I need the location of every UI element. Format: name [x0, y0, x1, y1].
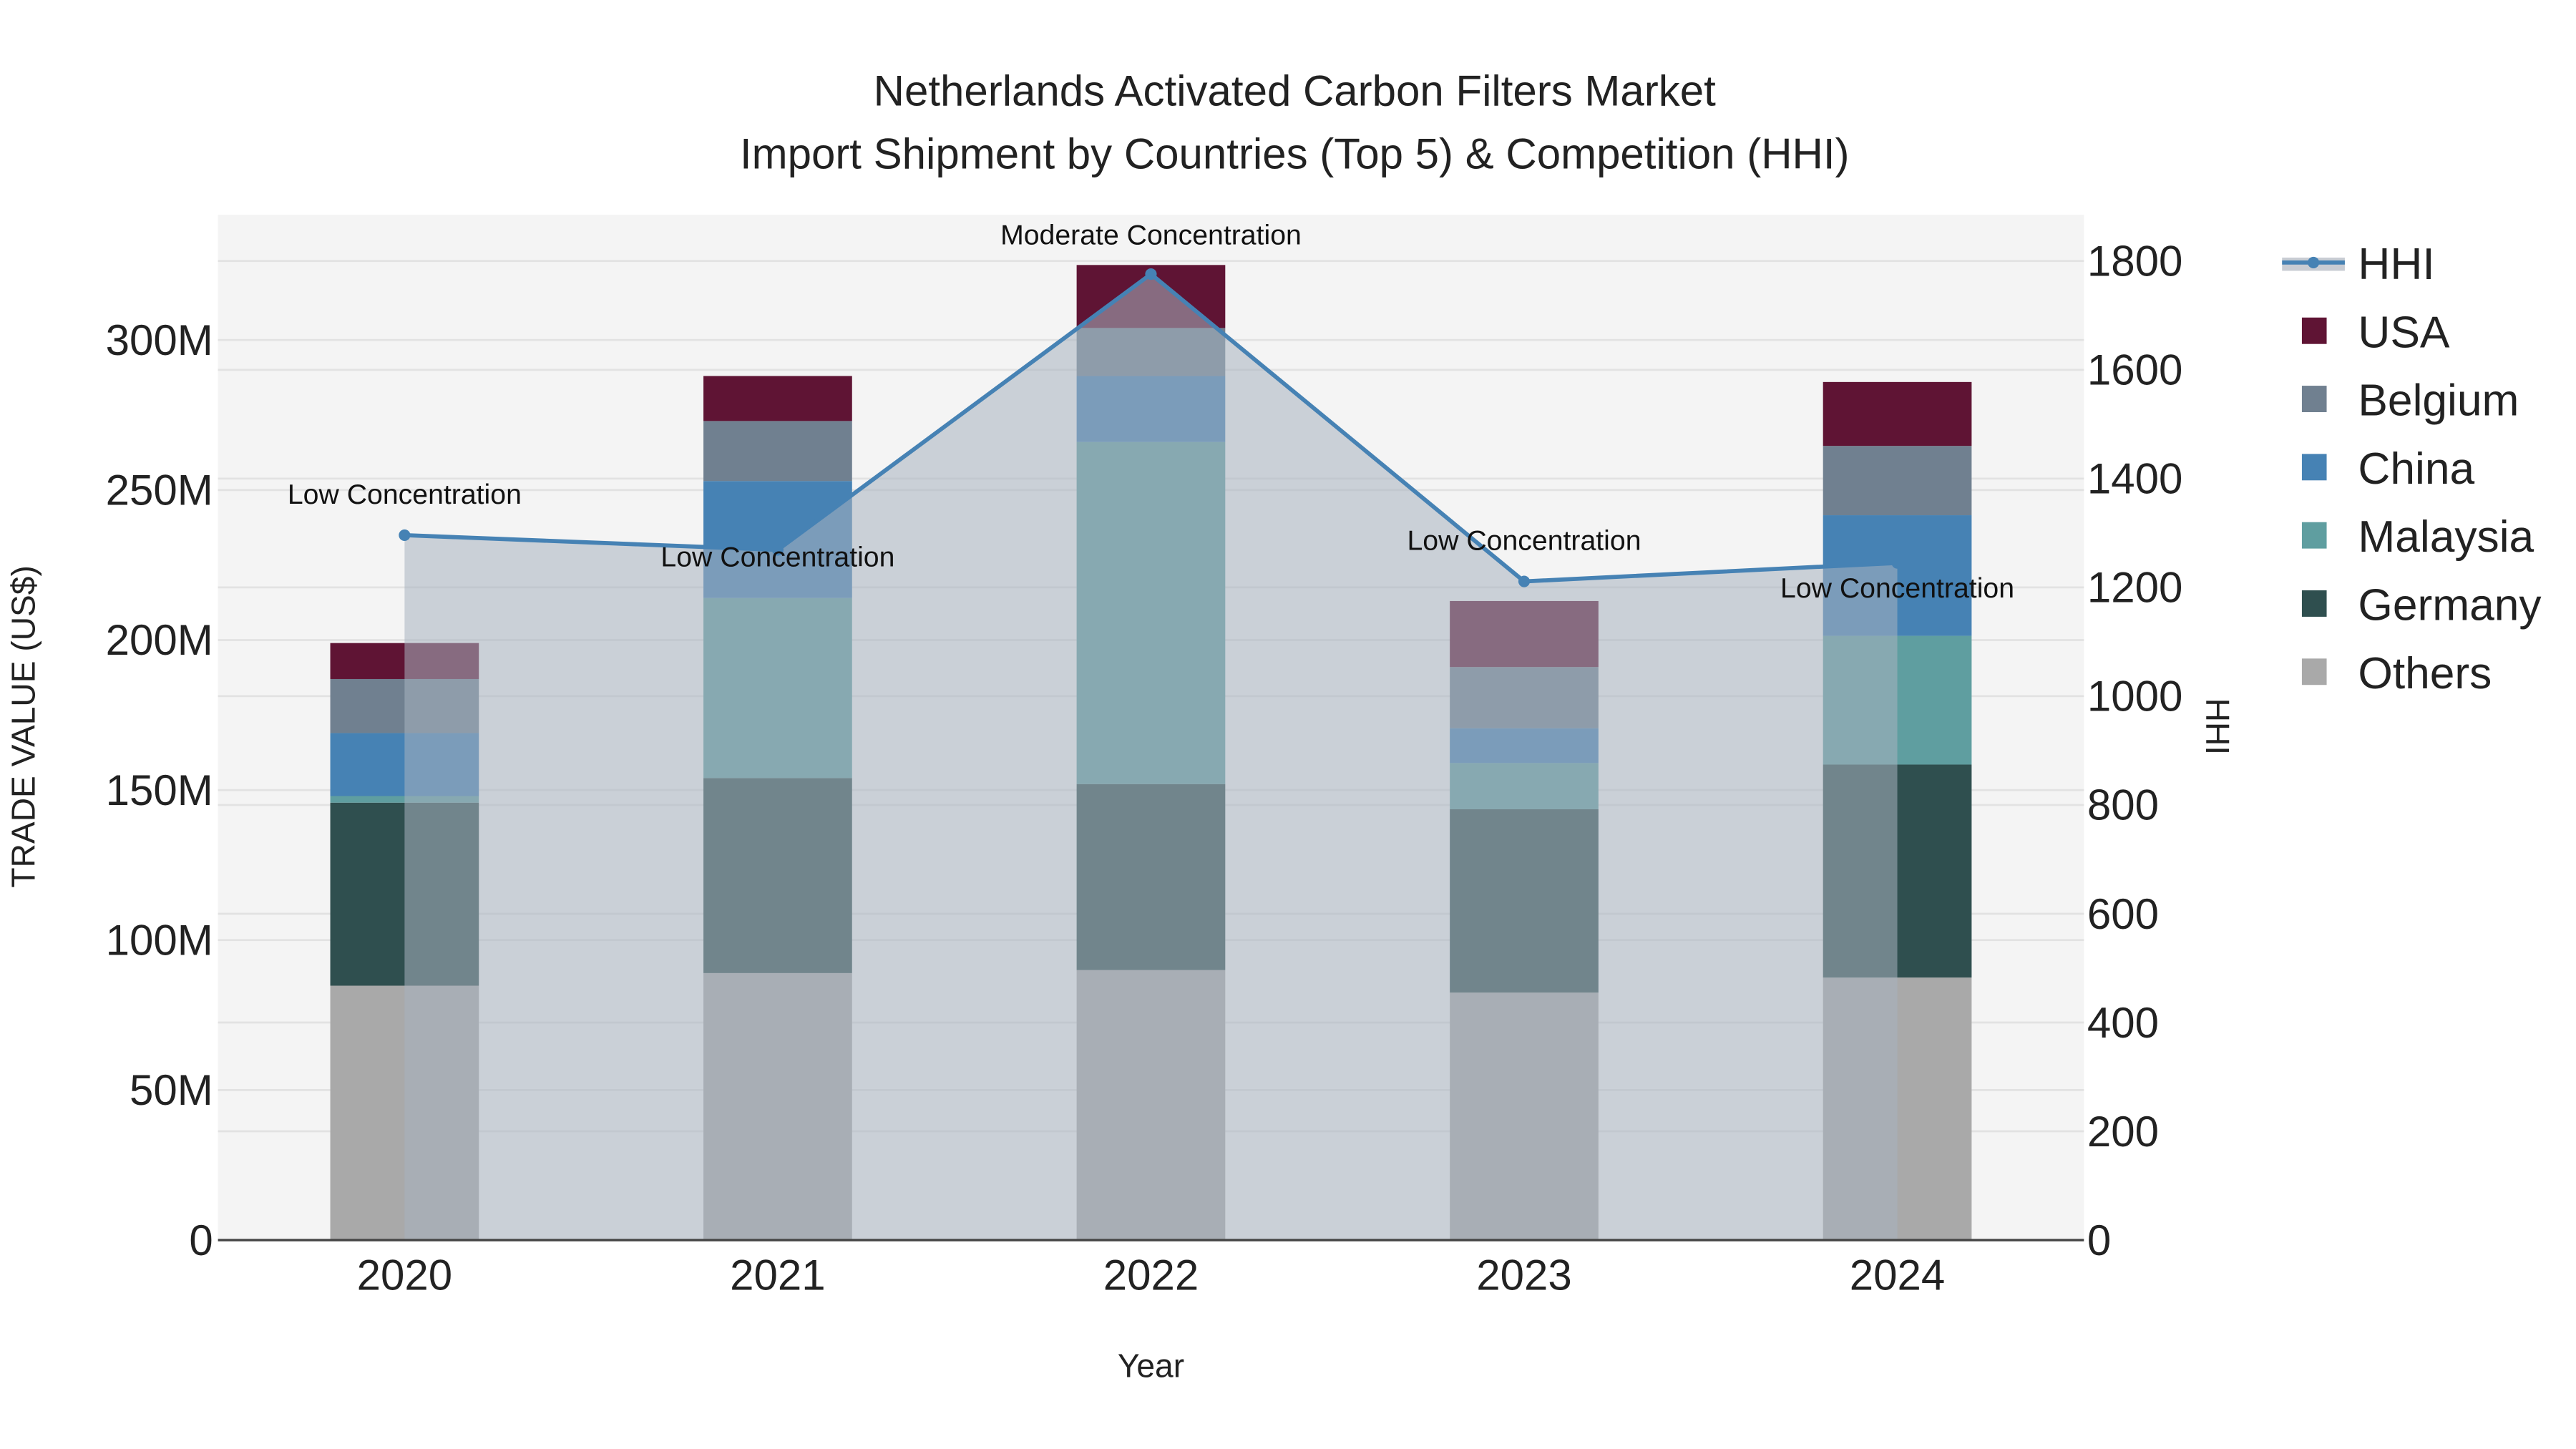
hhi-annotation: Moderate Concentration [1000, 220, 1302, 251]
y-tick-label: 0 [189, 1216, 213, 1264]
x-tick-label: 2020 [357, 1251, 452, 1299]
y2-tick-label: 1600 [2087, 346, 2182, 394]
x-tick-label: 2022 [1103, 1251, 1199, 1299]
y-tick-label: 100M [106, 917, 213, 965]
hhi-annotation: Low Concentration [1407, 525, 1641, 557]
y-axis-label: TRADE VALUE (US$) [4, 565, 42, 887]
chart: Netherlands Activated Carbon Filters Mar… [0, 0, 2576, 1449]
legend-label: HHI [2358, 240, 2434, 289]
y2-tick-label: 1400 [2087, 455, 2182, 503]
bar-belgium-2024 [1823, 446, 1972, 516]
legend-label: China [2358, 444, 2474, 494]
hhi-annotation: Low Concentration [660, 542, 894, 573]
legend-label: Malaysia [2358, 512, 2534, 562]
x-tick-label: 2024 [1850, 1251, 1945, 1299]
legend-swatch [2301, 454, 2327, 481]
hhi-point-2022 [1145, 268, 1157, 280]
y-tick-label: 50M [130, 1066, 213, 1114]
legend-label: Germany [2358, 581, 2542, 630]
y2-tick-label: 600 [2087, 890, 2159, 938]
legend-label: Belgium [2358, 376, 2519, 426]
y-tick-label: 150M [106, 766, 213, 814]
legend-swatch [2301, 386, 2327, 412]
y-tick-label: 300M [106, 316, 213, 364]
x-axis-label: Year [1118, 1347, 1184, 1385]
hhi-point-2020 [399, 529, 411, 541]
y2-tick-label: 800 [2087, 781, 2159, 829]
hhi-annotation: Low Concentration [288, 479, 522, 510]
hhi-point-2023 [1518, 575, 1531, 587]
bar-belgium-2021 [703, 421, 852, 482]
chart-subtitle: Import Shipment by Countries (Top 5) & C… [740, 130, 1850, 177]
x-tick-label: 2021 [730, 1251, 825, 1299]
legend-swatch [2301, 590, 2327, 617]
legend-swatch [2301, 317, 2327, 344]
y2-tick-label: 400 [2087, 999, 2159, 1047]
y2-tick-label: 0 [2087, 1216, 2111, 1264]
y-tick-label: 200M [106, 616, 213, 664]
hhi-point-2024 [1891, 557, 1903, 569]
bar-usa-2021 [703, 376, 852, 421]
legend-marker [2308, 256, 2320, 268]
y2-tick-label: 1200 [2087, 564, 2182, 612]
bar-usa-2024 [1823, 381, 1972, 447]
hhi-annotation: Low Concentration [1780, 572, 2014, 604]
x-tick-label: 2023 [1476, 1251, 1571, 1299]
legend-label: Others [2358, 649, 2492, 698]
y2-tick-label: 1800 [2087, 238, 2182, 286]
chart-title: Netherlands Activated Carbon Filters Mar… [874, 67, 1717, 115]
legend-label: USA [2358, 308, 2450, 357]
y2-tick-label: 200 [2087, 1108, 2159, 1156]
y2-tick-label: 1000 [2087, 673, 2182, 721]
y2-axis-label: HHI [2199, 698, 2236, 755]
legend-swatch [2301, 658, 2327, 686]
y-tick-label: 250M [106, 467, 213, 514]
legend-swatch [2301, 522, 2327, 549]
